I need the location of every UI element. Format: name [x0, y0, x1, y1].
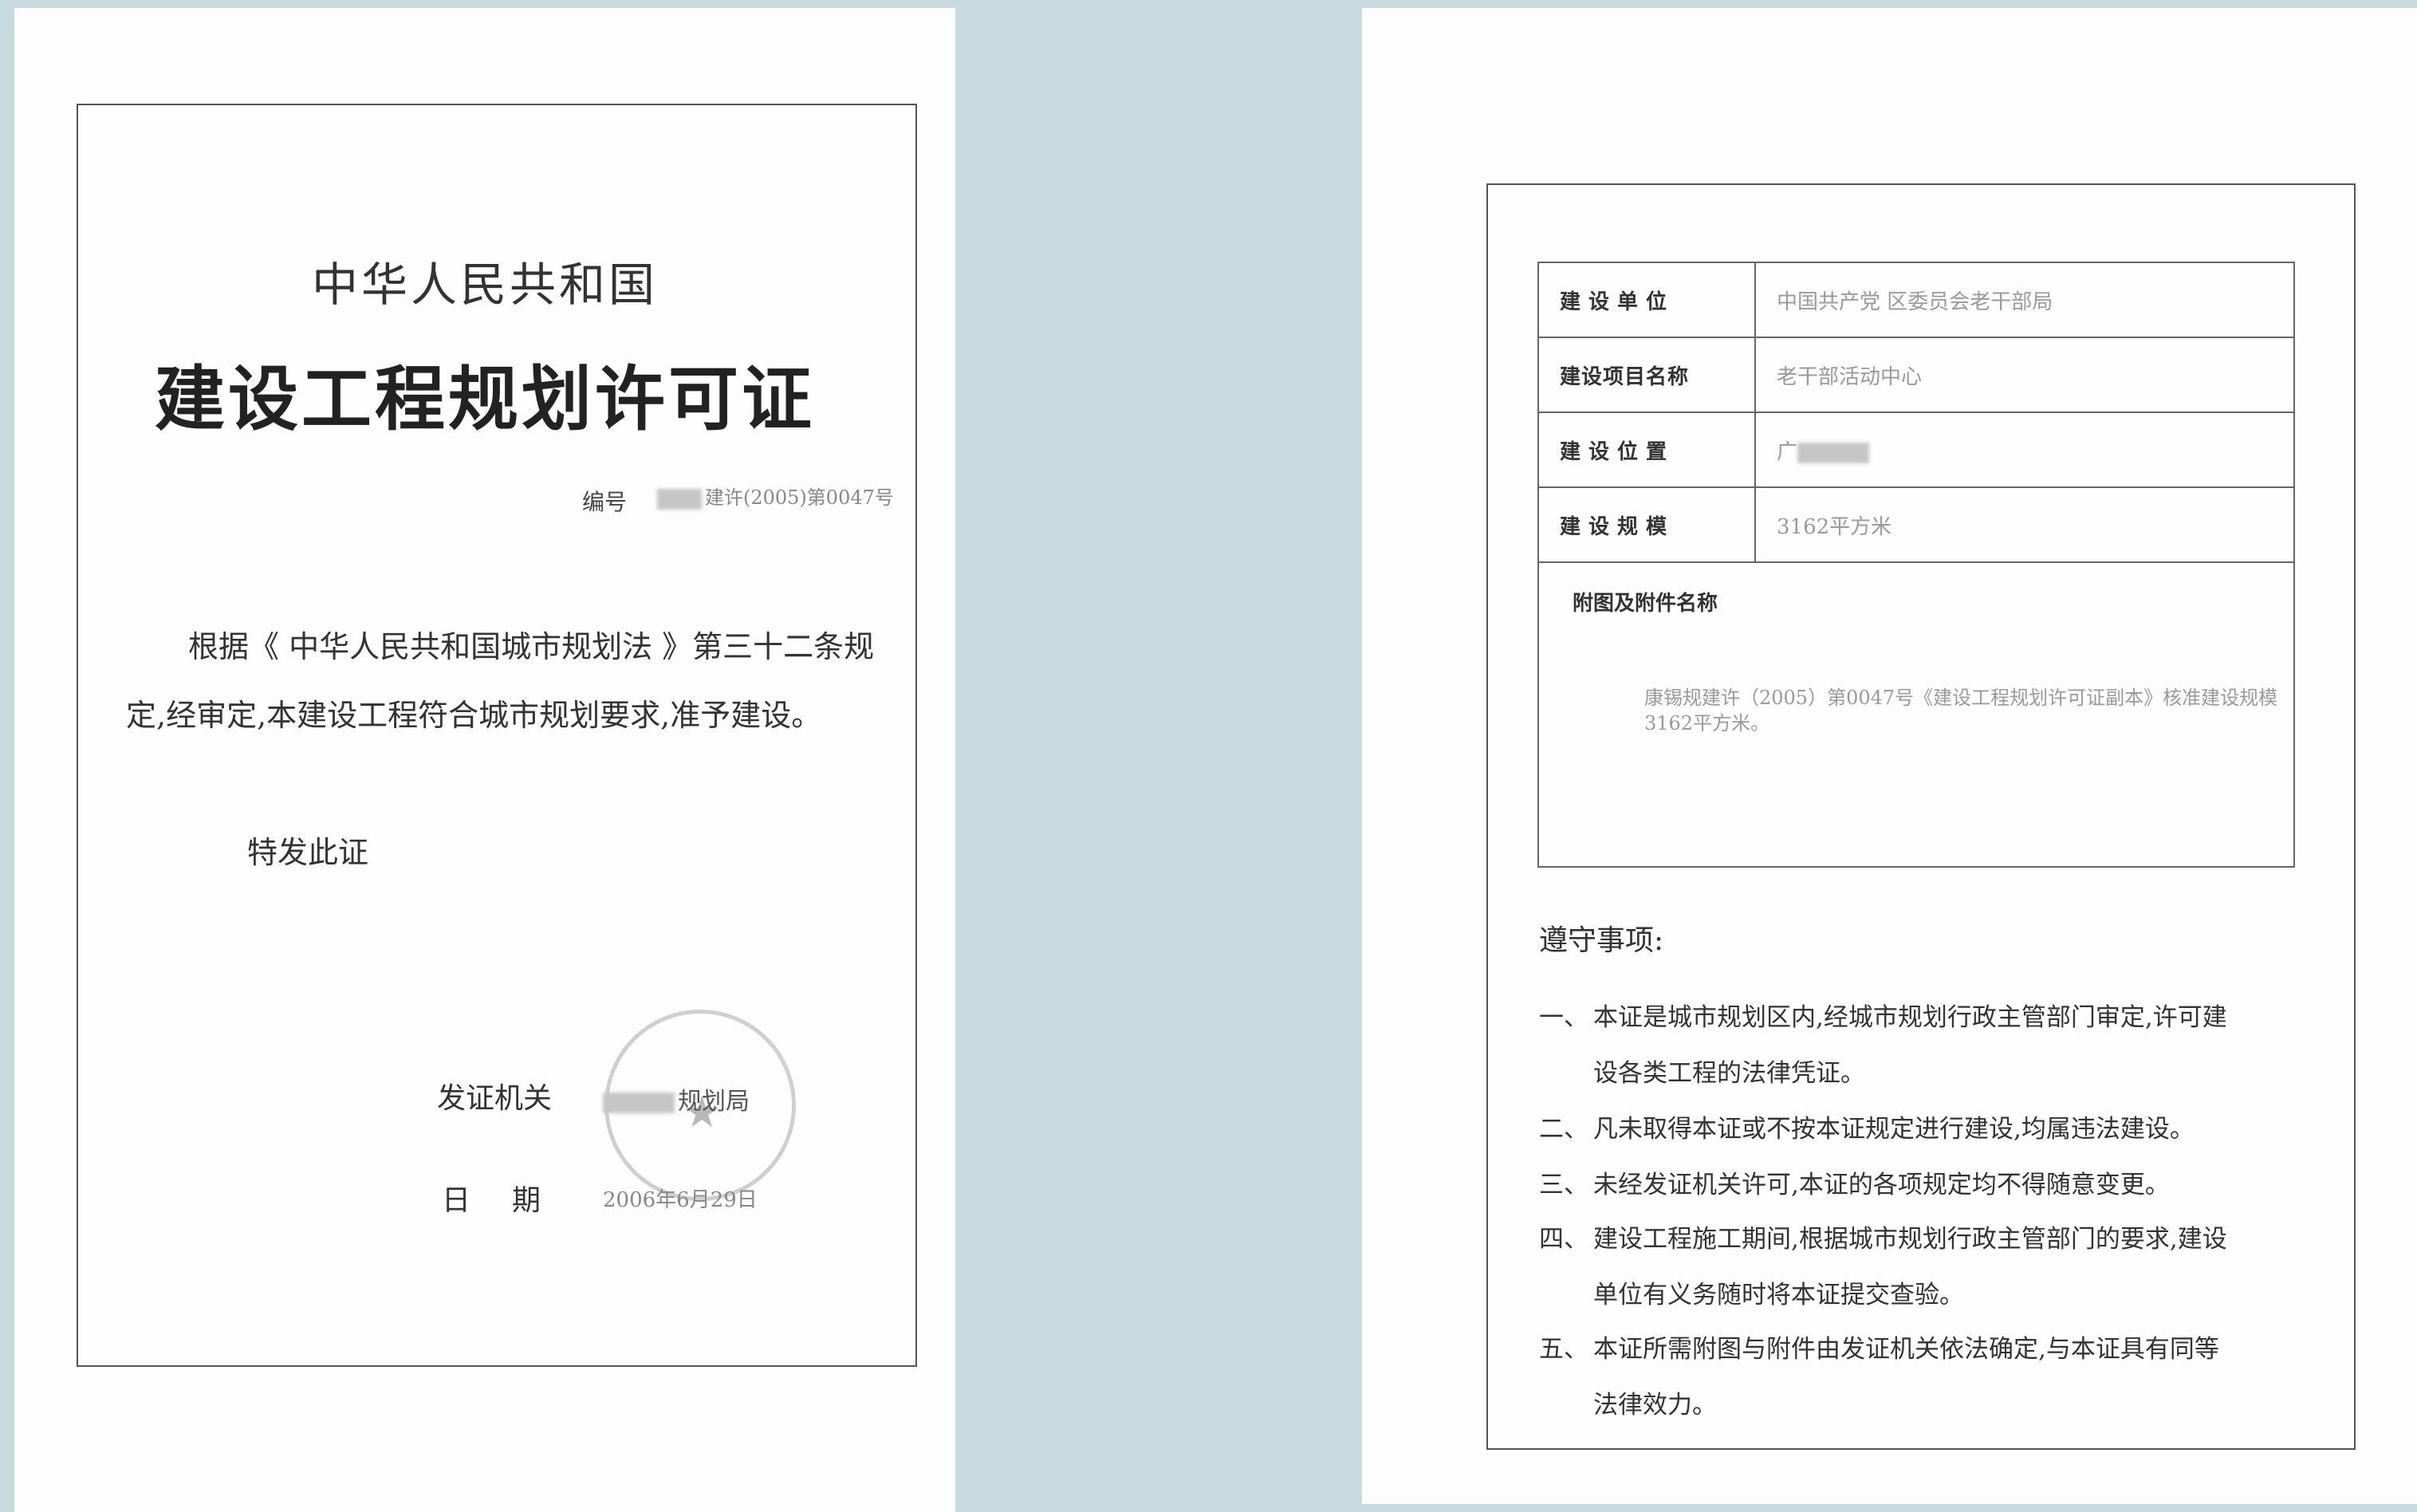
certificate-title: 建设工程规划许可证	[154, 357, 815, 440]
table-row: 建设单位 中国共产党 区委员会老干部局	[1537, 262, 2295, 338]
date-label: 日期	[442, 1184, 583, 1217]
note-number: 一、	[1539, 1003, 1588, 1032]
note-text-cont: 法律效力。	[1593, 1391, 1717, 1419]
redaction-blur	[603, 1093, 675, 1113]
number-label: 编号	[582, 489, 628, 515]
note-number: 三、	[1539, 1171, 1588, 1199]
issue-date: 2006年6月29日	[603, 1188, 758, 1212]
redaction-blur	[657, 488, 702, 510]
location-value: 广	[1754, 411, 2295, 488]
issuance-statement: 特发此证	[247, 835, 369, 870]
project-info-table: 建设单位 中国共产党 区委员会老干部局 建设项目名称 老干部活动中心 建设位置 …	[1537, 262, 2295, 868]
table-row: 建设项目名称 老干部活动中心	[1537, 337, 2295, 413]
note-text: 本证所需附图与附件由发证机关依法确定,与本证具有同等	[1593, 1335, 2219, 1364]
construction-unit-value: 中国共产党 区委员会老干部局	[1754, 262, 2295, 338]
note-text-cont: 设各类工程的法律凭证。	[1593, 1059, 1865, 1088]
scale-value: 3162平方米	[1754, 486, 2295, 563]
issuer-value: 规划局	[603, 1081, 750, 1116]
value-text: 广	[1777, 439, 1798, 464]
notes-title: 遵守事项:	[1539, 924, 1664, 957]
location-label: 建设位置	[1537, 411, 1756, 488]
project-name-label: 建设项目名称	[1537, 337, 1756, 413]
certificate-back-page: 建设单位 中国共产党 区委员会老干部局 建设项目名称 老干部活动中心 建设位置 …	[1362, 8, 2417, 1504]
attachments-label: 附图及附件名称	[1573, 592, 1718, 616]
table-row: 建设位置 广	[1537, 411, 2295, 488]
certificate-number-text: 建许(2005)第0047号	[705, 486, 894, 509]
body-text-line-1: 根据《 中华人民共和国城市规划法 》第三十二条规	[188, 629, 875, 664]
certificate-front-page: 中华人民共和国 建设工程规划许可证 编号 建许(2005)第0047号 根据《 …	[14, 8, 955, 1512]
note-text: 凡未取得本证或不按本证规定进行建设,均属违法建设。	[1593, 1115, 2195, 1144]
construction-unit-label: 建设单位	[1537, 262, 1756, 338]
body-text-line-2: 定,经审定,本建设工程符合城市规划要求,准予建设。	[126, 698, 822, 733]
certificate-number: 建许(2005)第0047号	[657, 482, 894, 510]
issuer-value-text: 规划局	[678, 1088, 750, 1116]
table-row: 附图及附件名称 康锡规建许（2005）第0047号《建设工程规划许可证副本》核准…	[1537, 561, 2295, 868]
note-text-cont: 单位有义务随时将本证提交查验。	[1593, 1281, 1964, 1309]
country-name: 中华人民共和国	[311, 258, 658, 312]
note-text: 建设工程施工期间,根据城市规划行政主管部门的要求,建设	[1593, 1225, 2227, 1254]
note-number: 五、	[1539, 1335, 1588, 1364]
attachments-text: 康锡规建许（2005）第0047号《建设工程规划许可证副本》核准建设规模3162…	[1644, 687, 2278, 734]
value-text: 中国共产党 区委员会老干部局	[1777, 289, 2053, 314]
issuer-label: 发证机关	[437, 1082, 553, 1115]
note-number: 四、	[1539, 1225, 1588, 1254]
note-text: 未经发证机关许可,本证的各项规定均不得随意变更。	[1593, 1171, 2170, 1199]
scale-label: 建设规模	[1537, 486, 1756, 563]
project-name-value: 老干部活动中心	[1754, 337, 2295, 413]
redaction-blur	[1797, 442, 1870, 463]
attachments-cell: 附图及附件名称 康锡规建许（2005）第0047号《建设工程规划许可证副本》核准…	[1537, 561, 2295, 868]
note-text: 本证是城市规划区内,经城市规划行政主管部门审定,许可建	[1593, 1003, 2227, 1032]
table-row: 建设规模 3162平方米	[1537, 486, 2295, 563]
note-number: 二、	[1539, 1115, 1588, 1144]
